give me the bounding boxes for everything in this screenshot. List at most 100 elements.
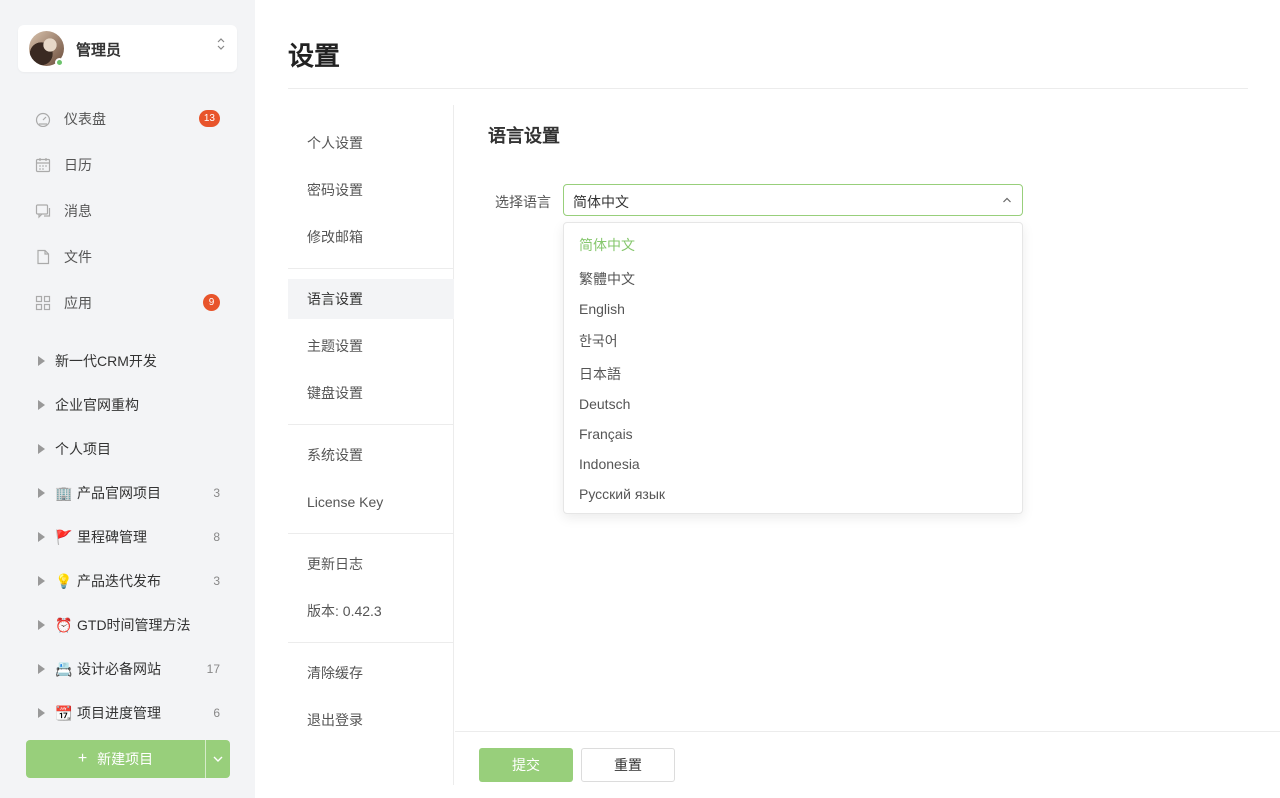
settings-nav-language[interactable]: 语言设置 xyxy=(288,279,454,319)
project-item[interactable]: 📇 设计必备网站 17 xyxy=(30,654,230,684)
project-item[interactable]: 🚩 里程碑管理 8 xyxy=(30,522,230,552)
divider xyxy=(288,642,454,643)
new-project-button[interactable]: + 新建项目 xyxy=(26,740,205,778)
project-label: GTD时间管理方法 xyxy=(77,617,191,633)
reset-button[interactable]: 重置 xyxy=(581,748,675,782)
project-label: 企业官网重构 xyxy=(55,397,139,413)
project-item[interactable]: 📆 项目进度管理 6 xyxy=(30,698,230,728)
project-label: 新一代CRM开发 xyxy=(55,353,157,369)
project-label: 产品官网项目 xyxy=(77,485,161,501)
caret-right-icon[interactable] xyxy=(38,708,45,718)
settings-nav-email[interactable]: 修改邮箱 xyxy=(288,217,454,257)
project-label: 产品迭代发布 xyxy=(77,573,161,589)
settings-nav-system[interactable]: 系统设置 xyxy=(288,435,454,475)
caret-right-icon[interactable] xyxy=(38,664,45,674)
project-label: 项目进度管理 xyxy=(77,705,161,721)
language-option[interactable]: Indonesia xyxy=(579,456,640,472)
language-option[interactable]: 繁體中文 xyxy=(579,269,635,289)
caret-right-icon[interactable] xyxy=(38,532,45,542)
settings-nav-clear-cache[interactable]: 清除缓存 xyxy=(288,653,454,693)
language-dropdown: 简体中文 繁體中文 English 한국어 日本語 Deutsch França… xyxy=(563,222,1023,514)
settings-nav-logout[interactable]: 退出登录 xyxy=(288,700,454,740)
project-count: 6 xyxy=(213,706,220,720)
new-project-label: 新建项目 xyxy=(97,751,154,767)
divider xyxy=(288,424,454,425)
caret-right-icon[interactable] xyxy=(38,356,45,366)
nav-item-calendar[interactable]: 日历 xyxy=(30,150,230,180)
alarm-clock-icon: ⏰ xyxy=(55,616,73,633)
settings-nav: 个人设置 密码设置 修改邮箱 语言设置 主题设置 键盘设置 系统设置 Licen… xyxy=(288,105,454,785)
dashboard-icon xyxy=(35,111,51,128)
language-select[interactable]: 简体中文 xyxy=(563,184,1023,216)
project-label: 个人项目 xyxy=(55,441,111,457)
caret-right-icon[interactable] xyxy=(38,488,45,498)
language-select-value: 简体中文 xyxy=(573,194,629,210)
nav-label: 消息 xyxy=(64,203,92,219)
section-title: 语言设置 xyxy=(488,126,560,146)
file-icon xyxy=(35,249,51,265)
settings-nav-license-key[interactable]: License Key xyxy=(288,482,454,522)
divider xyxy=(288,88,1248,89)
settings-nav-keyboard[interactable]: 键盘设置 xyxy=(288,373,454,413)
lightbulb-icon: 💡 xyxy=(55,572,73,589)
nav-item-files[interactable]: 文件 xyxy=(30,242,230,272)
notification-badge: 9 xyxy=(203,294,220,311)
page-title: 设置 xyxy=(288,41,341,71)
nav-item-dashboard[interactable]: 仪表盘 13 xyxy=(30,104,230,134)
nav-item-messages[interactable]: 消息 xyxy=(30,196,230,226)
apps-icon xyxy=(35,295,51,311)
nav-label: 仪表盘 xyxy=(64,111,106,127)
language-option[interactable]: 한국어 xyxy=(579,331,618,351)
language-option[interactable]: 日本語 xyxy=(579,364,621,384)
language-option[interactable]: 简体中文 xyxy=(579,235,635,255)
caret-right-icon[interactable] xyxy=(38,620,45,630)
nav-item-apps[interactable]: 应用 9 xyxy=(30,288,230,318)
project-label: 里程碑管理 xyxy=(77,529,147,545)
project-item[interactable]: 💡 产品迭代发布 3 xyxy=(30,566,230,596)
language-option[interactable]: Deutsch xyxy=(579,396,630,412)
submit-button[interactable]: 提交 xyxy=(479,748,573,782)
project-count: 8 xyxy=(213,530,220,544)
chevron-up-icon xyxy=(1002,193,1012,212)
user-switcher[interactable]: 管理员 xyxy=(18,25,237,72)
project-item[interactable]: 个人项目 xyxy=(30,434,230,464)
settings-nav-personal[interactable]: 个人设置 xyxy=(288,123,454,163)
calendar-emoji-icon: 📆 xyxy=(55,704,73,721)
card-index-icon: 📇 xyxy=(55,660,73,677)
chevron-updown-icon xyxy=(217,37,225,54)
sidebar: 管理员 仪表盘 13 日历 消息 文件 应用 9 新一代CRM开发 企业官网重构… xyxy=(0,0,255,798)
plus-icon: + xyxy=(77,750,88,767)
project-item[interactable]: 企业官网重构 xyxy=(30,390,230,420)
project-item[interactable]: ⏰ GTD时间管理方法 xyxy=(30,610,230,640)
project-label: 设计必备网站 xyxy=(77,661,161,677)
flag-icon: 🚩 xyxy=(55,528,73,545)
divider xyxy=(455,731,1280,732)
nav-label: 日历 xyxy=(64,157,92,173)
caret-right-icon[interactable] xyxy=(38,444,45,454)
chevron-down-icon xyxy=(213,756,223,762)
nav-label: 文件 xyxy=(64,249,92,265)
settings-nav-theme[interactable]: 主题设置 xyxy=(288,326,454,366)
user-name: 管理员 xyxy=(76,42,122,59)
language-field-label: 选择语言 xyxy=(495,194,551,210)
online-status-dot xyxy=(55,58,64,67)
divider xyxy=(288,533,454,534)
new-project-dropdown-button[interactable] xyxy=(206,740,230,778)
project-item[interactable]: 新一代CRM开发 xyxy=(30,346,230,376)
language-option[interactable]: Русский язык xyxy=(579,486,665,502)
project-count: 3 xyxy=(213,486,220,500)
language-option[interactable]: Français xyxy=(579,426,633,442)
language-option[interactable]: English xyxy=(579,301,625,317)
new-project-button-group: + 新建项目 xyxy=(26,740,230,778)
project-count: 17 xyxy=(206,662,220,676)
project-item[interactable]: 🏢 产品官网项目 3 xyxy=(30,478,230,508)
calendar-icon xyxy=(35,157,51,173)
settings-nav-changelog[interactable]: 更新日志 xyxy=(288,544,454,584)
nav-label: 应用 xyxy=(64,295,92,311)
divider xyxy=(288,268,454,269)
caret-right-icon[interactable] xyxy=(38,576,45,586)
message-icon xyxy=(35,203,51,219)
office-building-icon: 🏢 xyxy=(55,484,73,501)
caret-right-icon[interactable] xyxy=(38,400,45,410)
settings-nav-password[interactable]: 密码设置 xyxy=(288,170,454,210)
